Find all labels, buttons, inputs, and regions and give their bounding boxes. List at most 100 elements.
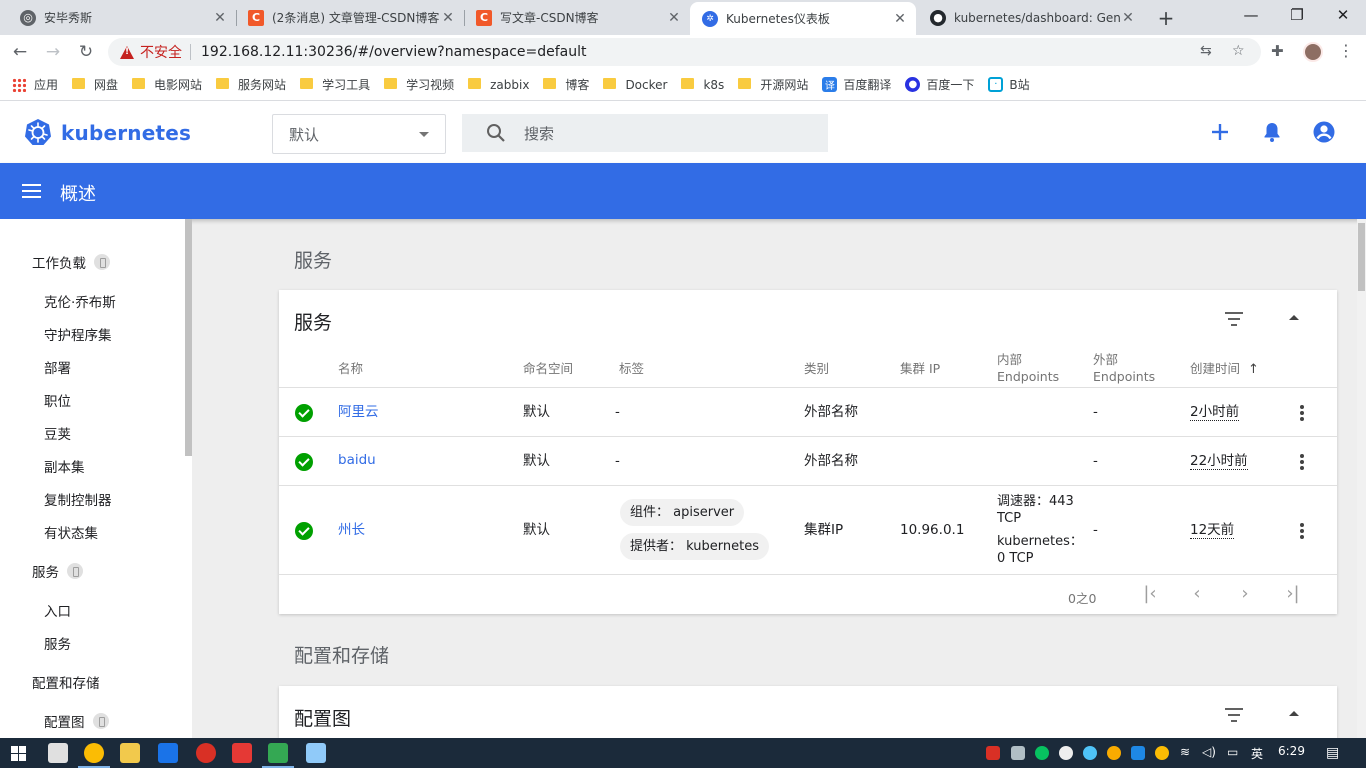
more-actions-icon[interactable] bbox=[1300, 523, 1304, 539]
collapse-arrow-icon[interactable] bbox=[1289, 315, 1299, 320]
service-name-link[interactable]: 阿里云 bbox=[338, 404, 379, 421]
bookmark-star-icon[interactable]: ☆ bbox=[1232, 43, 1245, 59]
column-header-namespace[interactable]: 命名空间 bbox=[523, 360, 573, 377]
notification-center-icon[interactable]: ▤ bbox=[1326, 745, 1339, 761]
back-arrow-icon[interactable]: ← bbox=[8, 40, 32, 64]
pin-icon[interactable] bbox=[94, 254, 110, 270]
reload-icon[interactable]: ↻ bbox=[74, 40, 98, 64]
filter-icon[interactable] bbox=[1224, 312, 1244, 326]
battery-icon[interactable]: ▭ bbox=[1227, 745, 1238, 759]
notifications-bell-icon[interactable] bbox=[1260, 120, 1284, 144]
notepad-icon[interactable] bbox=[306, 743, 326, 763]
sidebar-group-workloads[interactable]: 工作负载 bbox=[32, 252, 110, 272]
file-explorer-icon[interactable] bbox=[120, 743, 140, 763]
sidebar-item-configmaps[interactable]: 配置图 bbox=[44, 711, 109, 731]
tab-anbixiusi[interactable]: ◎ 安毕秀斯 ✕ bbox=[8, 4, 236, 31]
chrome-icon[interactable] bbox=[78, 743, 110, 768]
first-page-icon[interactable]: |‹ bbox=[1140, 583, 1160, 604]
tray-app-icon[interactable] bbox=[1011, 746, 1025, 760]
close-icon[interactable]: ✕ bbox=[666, 10, 682, 26]
sidebar-scrollbar[interactable] bbox=[185, 219, 192, 456]
translate-icon[interactable]: ⇆ bbox=[1200, 43, 1212, 59]
tray-app-icon[interactable] bbox=[986, 746, 1000, 760]
bookmark-folder[interactable]: 网盘 bbox=[72, 76, 118, 93]
qq-icon[interactable] bbox=[1059, 746, 1073, 760]
security-shield-icon[interactable] bbox=[1131, 746, 1145, 760]
account-circle-icon[interactable] bbox=[1312, 120, 1336, 144]
sidebar-item-services[interactable]: 服务 bbox=[44, 633, 71, 653]
close-icon[interactable]: ✕ bbox=[440, 10, 456, 26]
close-icon[interactable]: ✕ bbox=[212, 10, 228, 26]
namespace-select[interactable]: 默认 bbox=[272, 114, 446, 154]
volume-icon[interactable]: ◁) bbox=[1202, 745, 1216, 759]
taskbar-clock[interactable]: 6:29 bbox=[1278, 744, 1305, 758]
search-input[interactable]: 搜索 bbox=[462, 114, 828, 152]
service-created[interactable]: 12天前 bbox=[1190, 522, 1235, 539]
minimize-button[interactable]: — bbox=[1228, 0, 1274, 32]
bookmark-bilibili[interactable]: · B站 bbox=[988, 76, 1030, 93]
more-actions-icon[interactable] bbox=[1300, 454, 1304, 470]
bookmark-folder[interactable]: k8s bbox=[681, 78, 724, 92]
taskbar-app-icon[interactable] bbox=[158, 743, 178, 763]
last-page-icon[interactable]: ›| bbox=[1283, 583, 1303, 604]
taskbar-app-icon[interactable] bbox=[48, 743, 68, 763]
sidebar-group-config-storage[interactable]: 配置和存储 bbox=[32, 672, 100, 692]
filter-icon[interactable] bbox=[1224, 708, 1244, 722]
tab-kubernetes-dashboard[interactable]: ✲ Kubernetes仪表板 ✕ bbox=[690, 2, 916, 35]
sidebar-item-statefulsets[interactable]: 有状态集 bbox=[44, 522, 98, 542]
column-header-created[interactable]: 创建时间 ↑ bbox=[1190, 360, 1259, 378]
bookmark-folder[interactable]: 博客 bbox=[543, 76, 589, 93]
taskbar-app-icon[interactable] bbox=[196, 743, 216, 763]
close-icon[interactable]: ✕ bbox=[892, 11, 908, 27]
sidebar-item-pods[interactable]: 豆荚 bbox=[44, 423, 71, 443]
pin-icon[interactable] bbox=[92, 713, 109, 729]
insecure-label[interactable]: 不安全 bbox=[140, 42, 182, 62]
bookmark-folder[interactable]: 学习视频 bbox=[384, 76, 454, 93]
more-actions-icon[interactable] bbox=[1300, 405, 1304, 421]
bookmark-folder[interactable]: 电影网站 bbox=[132, 76, 202, 93]
service-created[interactable]: 22小时前 bbox=[1190, 453, 1248, 470]
service-name-link[interactable]: baidu bbox=[338, 452, 376, 469]
column-header-type[interactable]: 类别 bbox=[804, 360, 829, 377]
next-page-icon[interactable]: › bbox=[1235, 583, 1255, 604]
bookmark-folder[interactable]: 开源网站 bbox=[738, 76, 808, 93]
create-plus-icon[interactable] bbox=[1208, 120, 1232, 144]
sidebar-group-services[interactable]: 服务 bbox=[32, 561, 83, 581]
url-text[interactable]: 192.168.12.11:30236/#/overview?namespace… bbox=[201, 44, 587, 60]
extensions-puzzle-icon[interactable]: ✚ bbox=[1271, 42, 1284, 60]
maximize-button[interactable]: ❐ bbox=[1274, 0, 1320, 32]
previous-page-icon[interactable]: ‹ bbox=[1187, 583, 1207, 604]
column-header-cluster-ip[interactable]: 集群 IP bbox=[900, 360, 940, 377]
tab-csdn-write[interactable]: C 写文章-CSDN博客 ✕ bbox=[464, 4, 690, 31]
tray-app-icon[interactable] bbox=[1083, 746, 1097, 760]
sidebar-item-replication-controllers[interactable]: 复制控制器 bbox=[44, 489, 112, 509]
bookmark-baidu[interactable]: ● 百度一下 bbox=[905, 76, 974, 93]
bookmark-folder[interactable]: zabbix bbox=[468, 78, 529, 92]
ime-indicator[interactable]: 英 bbox=[1251, 745, 1263, 762]
sidebar-item-daemonsets[interactable]: 守护程序集 bbox=[44, 324, 112, 344]
bookmark-folder[interactable]: Docker bbox=[603, 78, 667, 92]
bookmark-folder[interactable]: 学习工具 bbox=[300, 76, 370, 93]
url-field[interactable]: 不安全 192.168.12.11:30236/#/overview?names… bbox=[108, 38, 1261, 66]
sidebar-item-ingresses[interactable]: 入口 bbox=[44, 600, 71, 620]
bookmark-folder[interactable]: 服务网站 bbox=[216, 76, 286, 93]
bookmark-baidu-translate[interactable]: 译百度翻译 bbox=[822, 76, 891, 93]
windows-start-icon[interactable] bbox=[11, 746, 26, 761]
sidebar-item-cronjobs[interactable]: 克伦·乔布斯 bbox=[44, 291, 116, 311]
sidebar-item-replicasets[interactable]: 副本集 bbox=[44, 456, 85, 476]
tab-csdn-articles[interactable]: C (2条消息) 文章管理-CSDN博客 ✕ bbox=[236, 4, 464, 31]
sidebar-item-deployments[interactable]: 部署 bbox=[44, 357, 71, 377]
forward-arrow-icon[interactable]: → bbox=[41, 40, 65, 64]
browser-menu-icon[interactable]: ⋮ bbox=[1338, 41, 1354, 60]
sidebar-item-jobs[interactable]: 职位 bbox=[44, 390, 71, 410]
new-tab-button[interactable]: + bbox=[1155, 6, 1177, 30]
tray-app-icon[interactable] bbox=[1155, 746, 1169, 760]
taskbar-app-icon[interactable] bbox=[232, 743, 252, 763]
close-window-button[interactable]: ✕ bbox=[1320, 0, 1366, 32]
collapse-arrow-icon[interactable] bbox=[1289, 711, 1299, 716]
tray-app-icon[interactable] bbox=[1107, 746, 1121, 760]
service-name-link[interactable]: 州长 bbox=[338, 522, 365, 539]
kubernetes-logo-icon[interactable] bbox=[24, 118, 52, 146]
taskbar-app-icon[interactable] bbox=[262, 743, 294, 768]
brand-title[interactable]: kubernetes bbox=[61, 121, 191, 145]
